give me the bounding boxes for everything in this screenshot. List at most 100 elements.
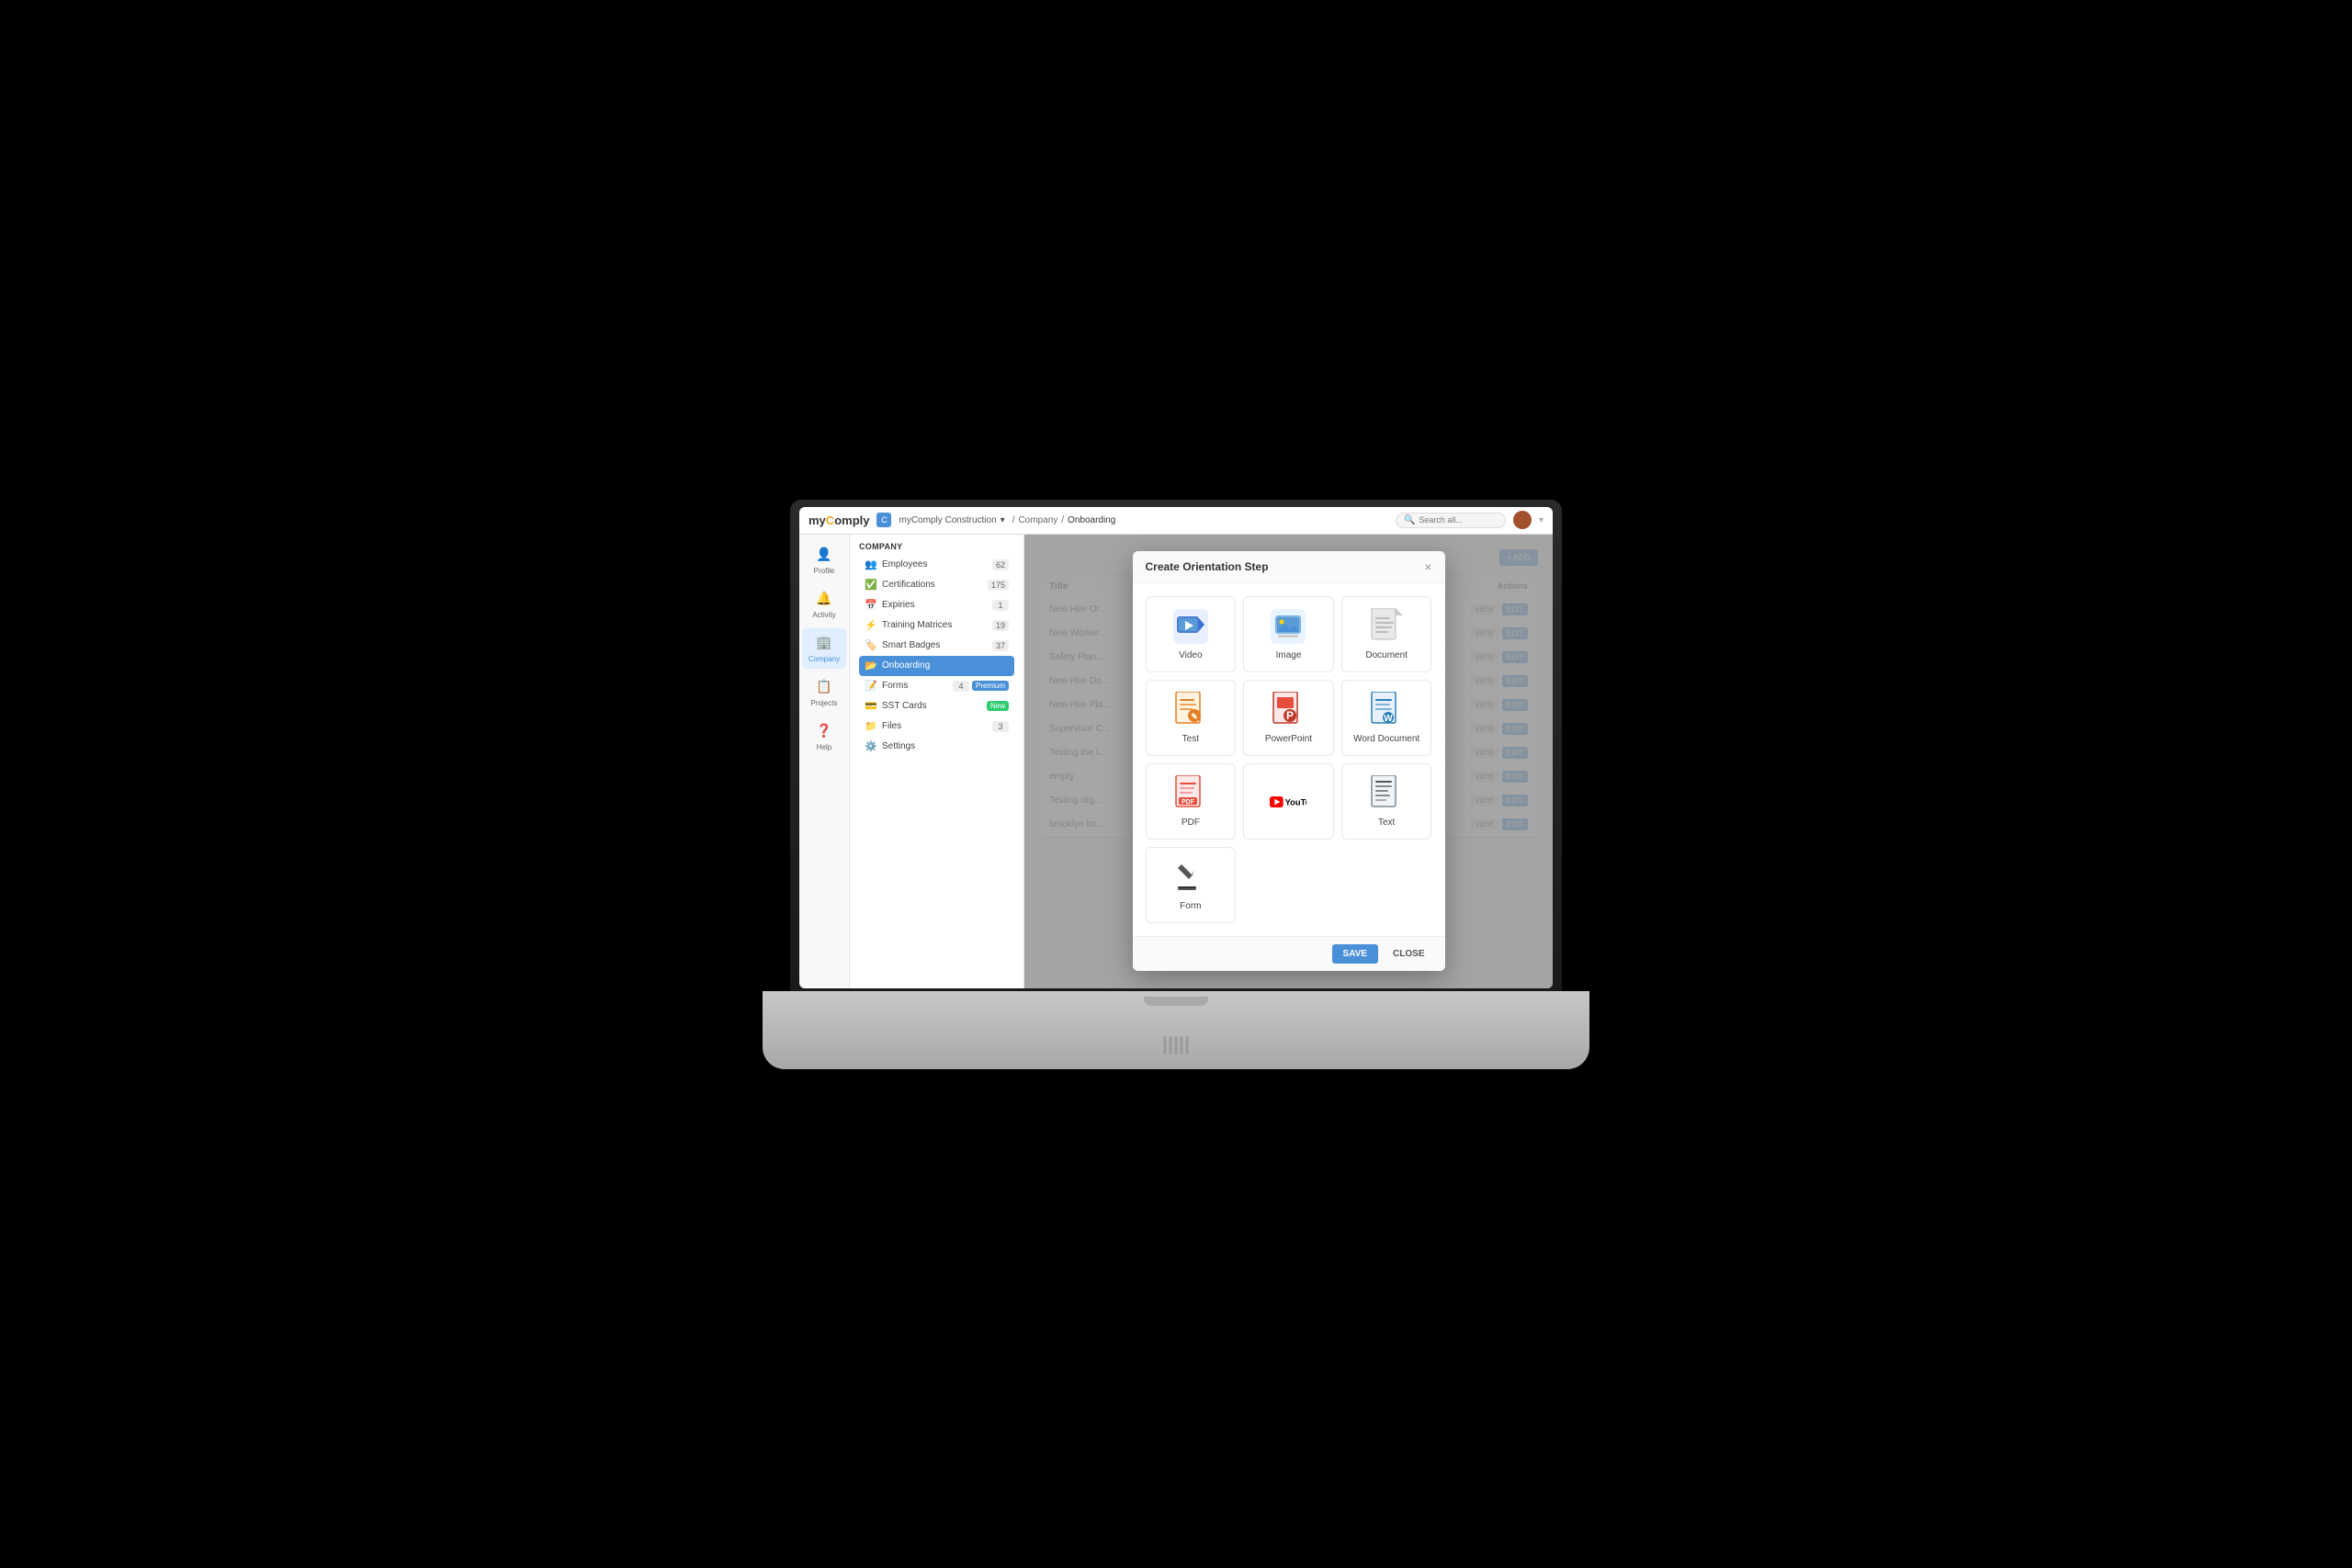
search-bar[interactable]: 🔍 [1396,513,1506,528]
create-orientation-modal: Create Orientation Step × [1133,551,1445,971]
modal-item-powerpoint[interactable]: P PowerPoint [1243,680,1334,756]
profile-icon: 👤 [815,546,833,564]
modal-item-word[interactable]: W Word Document [1341,680,1432,756]
training-icon: ⚡ [865,619,877,632]
test-label: Test [1182,734,1199,744]
nav-projects-label: Projects [811,699,838,707]
badges-icon: 🏷️ [865,639,877,652]
image-icon [1270,608,1306,645]
breadcrumb-sep2: / [1061,515,1064,525]
expiries-icon: 📅 [865,599,877,612]
modal-item-text[interactable]: Text [1341,763,1432,840]
sidebar-settings-label: Settings [882,741,915,751]
user-avatar[interactable] [1513,511,1532,529]
certifications-icon: ✅ [865,579,877,592]
nav-item-help[interactable]: ❓ Help [802,716,846,757]
text-label: Text [1378,818,1395,828]
test-icon: ✎ [1172,692,1209,728]
nav-item-company[interactable]: 🏢 Company [802,628,846,669]
breadcrumb-current: Onboarding [1068,515,1115,525]
sidebar-training-label: Training Matrices [882,620,952,630]
nav-item-profile[interactable]: 👤 Profile [802,540,846,581]
text-icon [1368,775,1405,812]
word-label: Word Document [1353,734,1419,744]
nav-help-label: Help [817,743,831,751]
onboarding-icon: 📂 [865,660,877,672]
modal-item-test[interactable]: ✎ Test [1146,680,1237,756]
document-icon [1368,608,1405,645]
document-label: Document [1365,650,1408,660]
expiries-count: 1 [992,600,1009,611]
sidebar-item-settings[interactable]: ⚙️ Settings [859,737,1014,757]
modal-item-youtube[interactable]: YouTube [1243,763,1334,840]
breadcrumb-sep: / [1012,515,1015,525]
badges-count: 37 [992,640,1009,651]
company-selector[interactable]: myComply Construction ▾ [899,515,1004,525]
modal-item-document[interactable]: Document [1341,596,1432,672]
logo-accent: C [826,513,834,527]
certifications-count: 175 [988,580,1009,591]
form-label: Form [1180,901,1201,911]
word-icon: W [1368,692,1405,728]
modal-header: Create Orientation Step × [1133,551,1445,583]
sidebar-item-training-matrices[interactable]: ⚡ Training Matrices 19 [859,615,1014,636]
pdf-label: PDF [1182,818,1200,828]
avatar-dropdown[interactable]: ▾ [1539,515,1544,525]
settings-icon: ⚙️ [865,740,877,753]
svg-text:YouTube: YouTube [1285,797,1306,807]
files-icon: 📁 [865,720,877,733]
svg-text:PDF: PDF [1182,799,1195,806]
employees-count: 62 [992,559,1009,570]
sst-new-badge: New [987,701,1009,711]
content-area: + ADD Title Actions New Hire Or... VIEWE… [1024,535,1553,988]
nav-item-activity[interactable]: 🔔 Activity [802,584,846,625]
company-icon: C [876,513,891,527]
modal-footer: SAVE CLOSE [1133,936,1445,971]
topbar: myComply C myComply Construction ▾ / Com… [799,507,1553,535]
breadcrumb-company: Company [1018,515,1057,525]
help-icon: ❓ [815,722,833,740]
modal-close-button[interactable]: CLOSE [1385,944,1431,964]
modal-item-form[interactable]: Form [1146,847,1237,923]
sidebar-badges-label: Smart Badges [882,640,940,650]
svg-text:P: P [1286,709,1294,722]
sidebar-files-label: Files [882,721,901,731]
powerpoint-icon: P [1270,692,1306,728]
modal-items-grid: Video [1146,596,1432,840]
forms-icon: 📝 [865,680,877,693]
sidebar-employees-label: Employees [882,559,927,570]
form-icon [1172,859,1209,896]
nav-icons: C [876,513,891,527]
sidebar-item-onboarding[interactable]: 📂 Onboarding [859,656,1014,676]
nav-item-projects[interactable]: 📋 Projects [802,672,846,713]
modal-close-x[interactable]: × [1424,560,1431,573]
dropdown-arrow: ▾ [1001,515,1005,525]
pdf-icon: PDF [1172,775,1209,812]
powerpoint-label: PowerPoint [1265,734,1312,744]
sidebar-item-certifications[interactable]: ✅ Certifications 175 [859,575,1014,595]
sidebar-item-sst-cards[interactable]: 💳 SST Cards New [859,696,1014,716]
modal-item-image[interactable]: Image [1243,596,1334,672]
modal-item-pdf[interactable]: PDF PDF [1146,763,1237,840]
sidebar-item-files[interactable]: 📁 Files 3 [859,716,1014,737]
search-input[interactable] [1419,515,1501,525]
modal-item-video[interactable]: Video [1146,596,1237,672]
svg-text:✎: ✎ [1191,712,1198,721]
sidebar-forms-label: Forms [882,681,908,691]
sidebar-item-expiries[interactable]: 📅 Expiries 1 [859,595,1014,615]
nav-profile-label: Profile [814,567,835,575]
nav-company-label: Company [808,655,840,663]
breadcrumb: / Company / Onboarding [1012,515,1388,525]
video-label: Video [1179,650,1202,660]
sidebar-item-employees[interactable]: 👥 Employees 62 [859,555,1014,575]
sidebar: Company 👥 Employees 62 ✅ [850,535,1024,988]
forms-premium-badge: Premium [972,681,1009,691]
nav-activity-label: Activity [812,611,835,619]
projects-icon: 📋 [815,678,833,696]
sidebar-item-forms[interactable]: 📝 Forms 4 Premium [859,676,1014,696]
app-logo: myComply [808,513,869,527]
sidebar-item-smart-badges[interactable]: 🏷️ Smart Badges 37 [859,636,1014,656]
modal-save-button[interactable]: SAVE [1332,944,1379,964]
employees-icon: 👥 [865,558,877,571]
sst-icon: 💳 [865,700,877,713]
